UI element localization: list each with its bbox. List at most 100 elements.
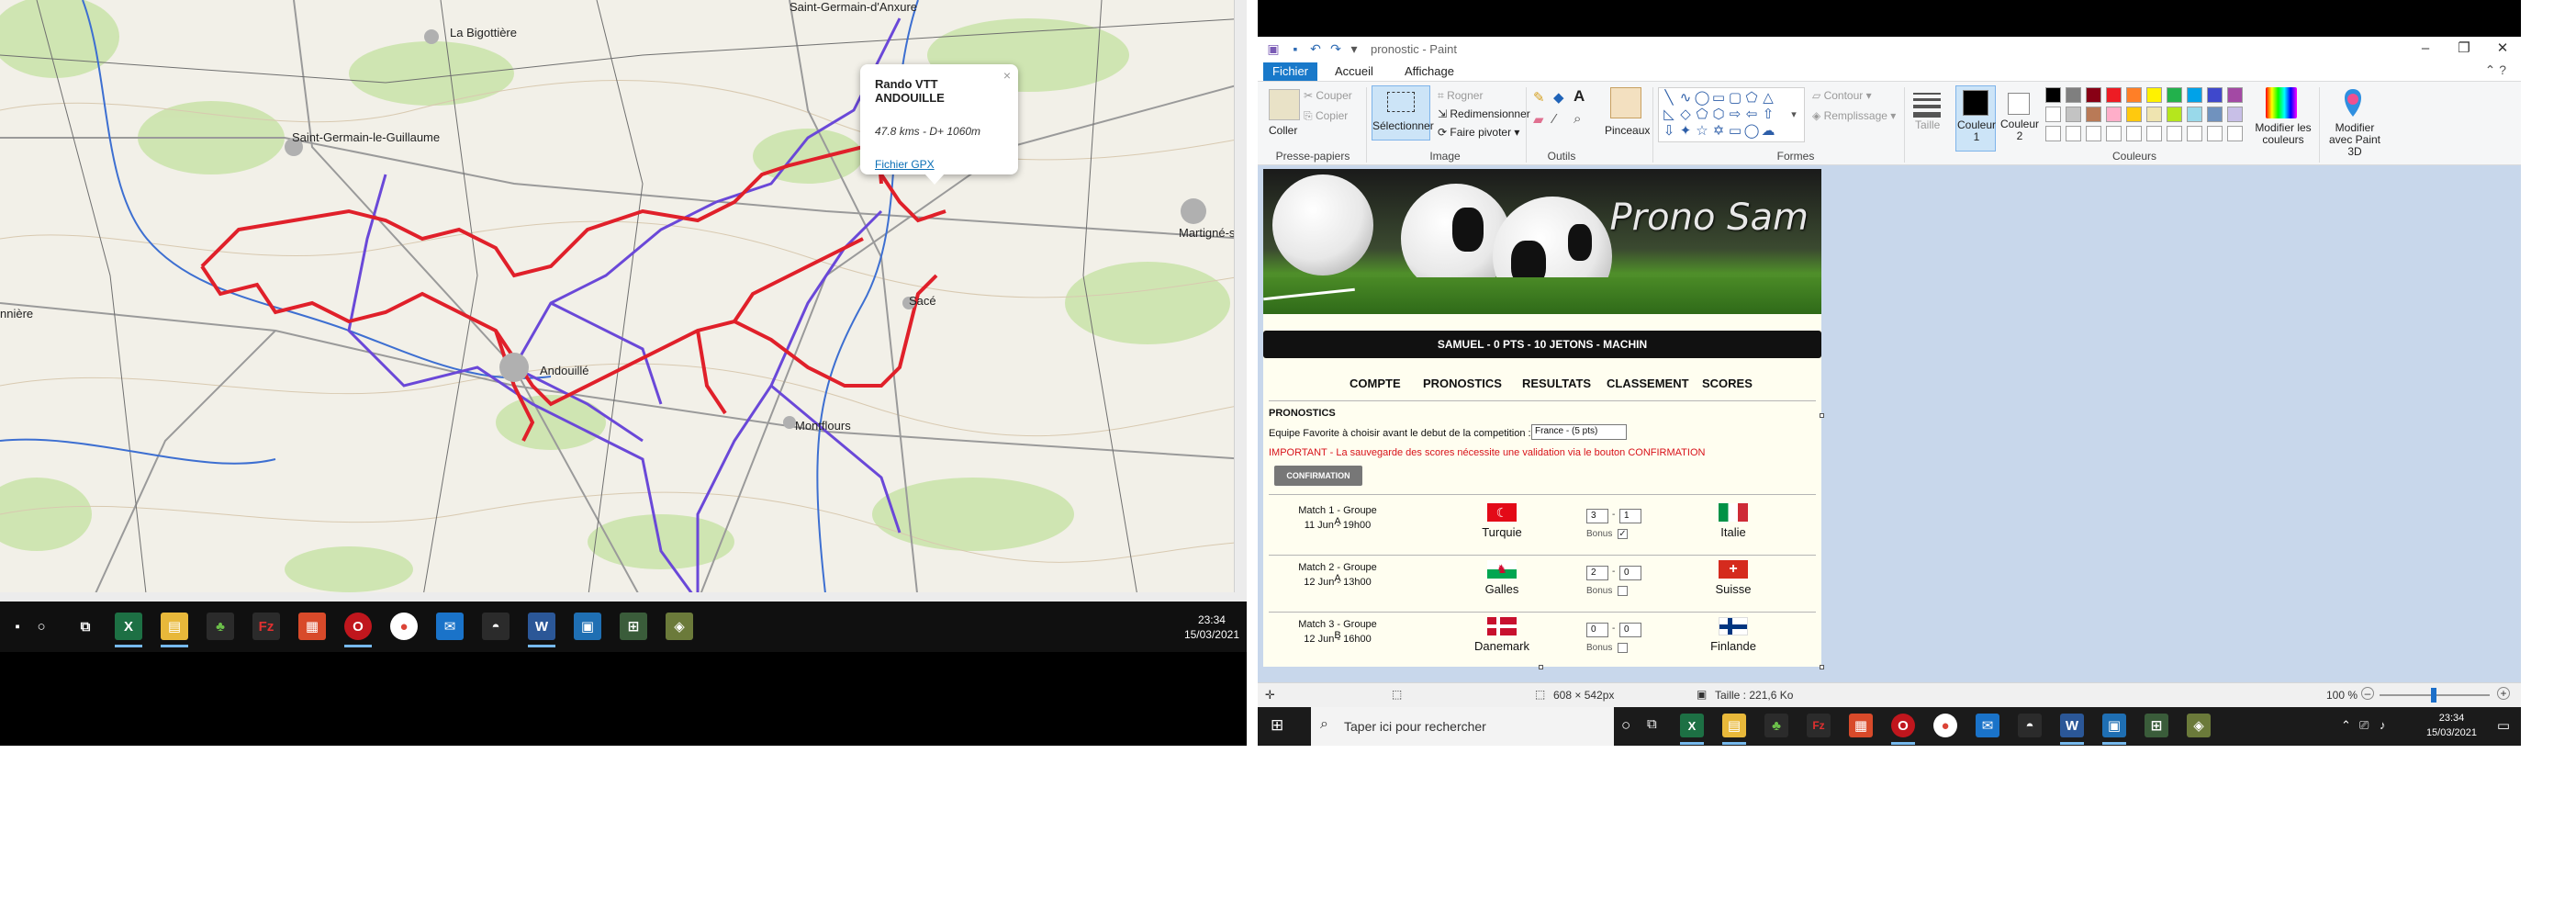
color-swatch[interactable]	[2126, 107, 2142, 122]
custom-color-slot[interactable]	[2086, 126, 2101, 141]
magnifier-icon[interactable]: ⌕	[1574, 111, 1581, 127]
word-icon[interactable]: W	[528, 613, 555, 647]
restore-button[interactable]: ❐	[2446, 39, 2482, 59]
custom-color-slot[interactable]	[2187, 126, 2202, 141]
mail-icon[interactable]: ✉	[1976, 714, 1999, 737]
eraser-icon[interactable]: ▰	[1533, 111, 1544, 128]
text-icon[interactable]: A	[1574, 87, 1585, 106]
custom-color-slot[interactable]	[2066, 126, 2081, 141]
oval-callout-shape-icon[interactable]: ◯	[1743, 123, 1760, 140]
color-swatch[interactable]	[2187, 87, 2202, 103]
color-swatch[interactable]	[2167, 107, 2182, 122]
line-shape-icon[interactable]: ╲	[1661, 90, 1677, 107]
color-swatch[interactable]	[2227, 87, 2243, 103]
color-swatch[interactable]	[2066, 87, 2081, 103]
callout-shape-icon[interactable]: ▭	[1727, 123, 1743, 140]
file-explorer-icon[interactable]: ▤	[161, 613, 188, 647]
app-icon[interactable]: ♣	[1764, 714, 1788, 737]
windows-start-icon[interactable]: ⊞	[1271, 716, 1283, 735]
zoom-slider-thumb[interactable]	[2431, 688, 2436, 703]
help-icon[interactable]: ⌃ ?	[2485, 62, 2506, 78]
rotate-button[interactable]: ⟳ Faire pivoter ▾	[1438, 126, 1519, 139]
resize-handle[interactable]	[1820, 413, 1824, 418]
excel-icon[interactable]: X	[115, 613, 142, 647]
network-icon[interactable]: ⎚	[2359, 718, 2369, 733]
arrow-down-shape-icon[interactable]: ⇩	[1661, 123, 1677, 140]
triangle-shape-icon[interactable]: △	[1760, 90, 1776, 107]
star4-shape-icon[interactable]: ✦	[1677, 123, 1694, 140]
outline-button[interactable]: ▱ Contour ▾	[1812, 89, 1872, 102]
excel-icon[interactable]: X	[1680, 714, 1704, 745]
hexagon-shape-icon[interactable]: ⬡	[1710, 107, 1727, 123]
paint3d-icon[interactable]	[2339, 87, 2367, 118]
polygon-shape-icon[interactable]: ⬠	[1743, 90, 1760, 107]
custom-color-slot[interactable]	[2106, 126, 2122, 141]
file-explorer-icon[interactable]: ▤	[1722, 714, 1746, 745]
canvas-area[interactable]: Prono Sam SAMUEL - 0 PTS - 10 JETONS - M…	[1258, 165, 2521, 682]
cortana-icon[interactable]: ○	[1621, 716, 1630, 735]
color-swatch[interactable]	[2227, 107, 2243, 122]
star6-shape-icon[interactable]: ✡	[1710, 123, 1727, 140]
gpx-file-link[interactable]: Fichier GPX	[875, 158, 1003, 171]
color-swatch[interactable]	[2146, 107, 2162, 122]
select-button[interactable]: Sélectionner	[1372, 85, 1434, 141]
tab-accueil[interactable]: Accueil	[1326, 62, 1383, 81]
resize-button[interactable]: ⇲ Redimensionner	[1438, 107, 1530, 120]
opera-icon[interactable]: O	[1891, 714, 1915, 745]
arrow-right-shape-icon[interactable]: ⇨	[1727, 107, 1743, 123]
color-swatch[interactable]	[2146, 87, 2162, 103]
notifications-icon[interactable]: ▭	[2497, 717, 2510, 734]
tab-fichier[interactable]: Fichier	[1263, 62, 1318, 81]
app-icon[interactable]: ◈	[666, 613, 693, 640]
vertical-scrollbar[interactable]	[1234, 0, 1247, 602]
word-icon[interactable]: W	[2060, 714, 2084, 745]
map-view[interactable]: Saint-Germain-d'Anxure La Bigottière Sai…	[0, 0, 1247, 602]
search-box[interactable]: ⌕ Taper ici pour rechercher	[1311, 707, 1614, 746]
app-icon[interactable]: ⊞	[2145, 714, 2168, 737]
clock[interactable]: 23:34 15/03/2021	[1184, 613, 1239, 642]
color-swatch[interactable]	[2126, 87, 2142, 103]
save-icon[interactable]: ▪	[1287, 40, 1304, 57]
filezilla-icon[interactable]: Fz	[252, 613, 280, 640]
pencil-icon[interactable]: ✎	[1533, 89, 1545, 106]
color-swatch[interactable]	[2045, 87, 2061, 103]
resize-handle[interactable]	[1539, 665, 1543, 669]
cloud-callout-shape-icon[interactable]: ☁	[1760, 123, 1776, 140]
horizontal-scrollbar[interactable]	[0, 592, 1247, 602]
color-swatch[interactable]	[2207, 87, 2223, 103]
crop-button[interactable]: ⌗ Rogner	[1438, 89, 1483, 103]
chrome-icon[interactable]: ●	[1933, 714, 1957, 737]
paint-icon[interactable]: ▣	[2102, 714, 2126, 745]
pentagon-shape-icon[interactable]: ⬠	[1694, 107, 1710, 123]
color-swatch[interactable]	[2086, 87, 2101, 103]
fill-icon[interactable]: ◆	[1553, 89, 1564, 106]
right-triangle-shape-icon[interactable]: ◺	[1661, 107, 1677, 123]
size-icon[interactable]	[1913, 91, 1941, 118]
pdf-icon[interactable]: ▦	[298, 613, 326, 640]
tray-chevron-icon[interactable]: ⌃	[2341, 718, 2351, 733]
custom-color-slot[interactable]	[2045, 126, 2061, 141]
cut-button[interactable]: ✂ Couper	[1304, 89, 1352, 102]
color-picker-icon[interactable]: ⁄	[1553, 111, 1556, 127]
image-canvas[interactable]: Prono Sam SAMUEL - 0 PTS - 10 JETONS - M…	[1263, 169, 1821, 667]
rectangle-shape-icon[interactable]: ▭	[1710, 90, 1727, 107]
edit-colors-icon[interactable]	[2266, 87, 2297, 118]
color-swatch[interactable]	[2106, 87, 2122, 103]
opera-icon[interactable]: O	[344, 613, 372, 647]
shapes-scroll-icon[interactable]: ▾	[1786, 107, 1802, 123]
app-icon[interactable]: ◈	[2187, 714, 2211, 737]
curve-shape-icon[interactable]: ∿	[1677, 90, 1694, 107]
edit-colors-button[interactable]: Modifier les couleurs	[2255, 122, 2312, 146]
custom-color-slot[interactable]	[2207, 126, 2223, 141]
task-view-icon[interactable]: ⧉	[72, 613, 99, 640]
photos-icon[interactable]: ▣	[574, 613, 601, 640]
zoom-out-button[interactable]: –	[2361, 687, 2374, 700]
app-icon[interactable]: ⊞	[620, 613, 647, 640]
size-button[interactable]: Taille	[1915, 118, 1940, 131]
shapes-gallery[interactable]: ╲ ∿ ◯ ▭ ▢ ⬠ △ ◺ ◇ ⬠ ⬡ ⇨ ⇦ ⇧ ⇩ ✦ ☆ ✡ ▭ ◯ …	[1658, 87, 1805, 142]
task-view-icon[interactable]: ⧉	[1647, 716, 1657, 732]
color-swatch[interactable]	[2066, 107, 2081, 122]
app-icon[interactable]: ◓	[482, 613, 510, 640]
arrow-up-shape-icon[interactable]: ⇧	[1760, 107, 1776, 123]
color2-button[interactable]: Couleur 2	[1999, 85, 2040, 152]
